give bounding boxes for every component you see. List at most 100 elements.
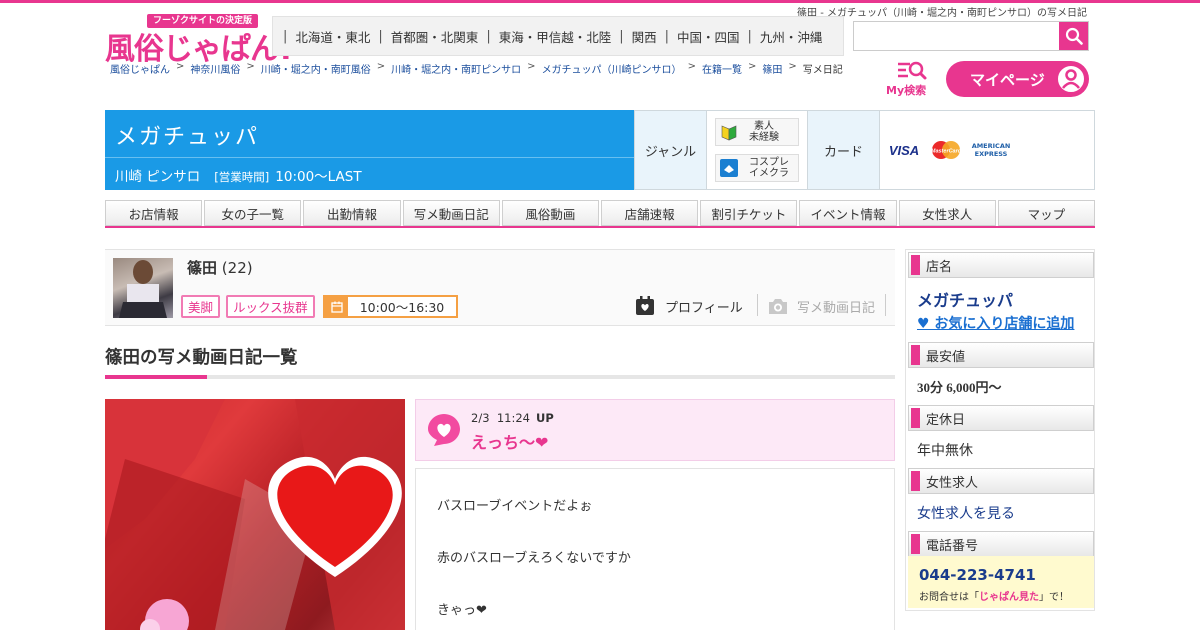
- profile-icon: [636, 296, 654, 315]
- region-link[interactable]: 中国・四国: [673, 27, 744, 46]
- my-search-label: My検索: [886, 84, 927, 97]
- search-input[interactable]: [854, 22, 1059, 50]
- section-title: 篠田の写メ動画日記一覧: [105, 348, 298, 368]
- girl-name-text: 篠田: [187, 259, 218, 277]
- girl-panel: 篠田 (22) 美脚 ルックス抜群 10:00～16:30 プロフィール 写メ動…: [105, 249, 895, 326]
- sidebar-heading-label: 定休日: [926, 412, 966, 428]
- tab-discount[interactable]: 割引チケット: [700, 200, 798, 226]
- shop-tab-nav: お店情報 女の子一覧 出勤情報 写メ動画日記 風俗動画 店舗速報 割引チケット …: [105, 200, 1096, 228]
- shop-area-genre: 川崎 ピンサロ: [115, 169, 201, 185]
- breadcrumb-separator: >: [246, 61, 255, 72]
- phone-note: お問合せは「じゃぱん見た」で！: [919, 592, 1069, 603]
- diary-body: バスローブイベントだよぉ 赤のバスローブえろくないですか きゃっ❤: [415, 468, 895, 630]
- camera-icon: [769, 299, 787, 314]
- tab-events[interactable]: イベント情報: [799, 200, 897, 226]
- region-link[interactable]: 北海道・東北: [291, 27, 374, 46]
- diary-up-label: UP: [535, 411, 554, 425]
- breadcrumb-link[interactable]: 川崎・堀之内・南町風俗: [261, 61, 371, 76]
- breadcrumb: 風俗じゃぱん > 神奈川風俗 > 川崎・堀之内・南町風俗 > 川崎・堀之内・南町ピンサ…: [110, 61, 843, 76]
- mastercard-text: MasterCard: [931, 149, 962, 155]
- breadcrumb-link[interactable]: 在籍一覧: [702, 61, 742, 76]
- phone-number[interactable]: 044-223-4741: [919, 566, 1036, 584]
- sidebar: 店名 メガチュッパ ♥ お気に入り店舗に追加 最安値 30分 6,000円～ 定…: [905, 249, 1095, 611]
- girl-thumbnail[interactable]: [113, 258, 173, 318]
- divider: [885, 294, 886, 316]
- sidebar-heading-label: 店名: [926, 259, 953, 275]
- girl-age: (22): [221, 259, 253, 277]
- sidebar-heading: 最安値: [908, 342, 1094, 368]
- beginner-mark-icon: [721, 125, 737, 141]
- search-box: [853, 21, 1089, 51]
- sidebar-heading: 電話番号: [908, 531, 1094, 557]
- section-rule-accent: [105, 375, 207, 379]
- breadcrumb-separator: >: [527, 61, 536, 72]
- sidebar-heading-label: 電話番号: [926, 538, 979, 554]
- breadcrumb-link[interactable]: 篠田: [762, 61, 782, 76]
- genre-text: 素人 未経験: [749, 121, 779, 143]
- region-link[interactable]: 東海・甲信越・北陸: [495, 27, 616, 46]
- shop-info: 川崎 ピンサロ [営業時間] 10:00～LAST: [115, 165, 362, 185]
- genre-label: ジャンル: [635, 111, 707, 189]
- mypage-button[interactable]: マイページ: [946, 61, 1089, 97]
- diary-photo[interactable]: [105, 399, 405, 630]
- breadcrumb-link[interactable]: 風俗じゃぱん: [110, 61, 170, 76]
- heading-marker: [911, 345, 920, 365]
- tab-shop-info[interactable]: お店情報: [105, 200, 203, 226]
- tab-map[interactable]: マップ: [997, 200, 1096, 226]
- cosplay-icon: [720, 159, 738, 177]
- breadcrumb-separator: >: [376, 61, 386, 72]
- region-link[interactable]: 首都圏・北関東: [387, 27, 483, 46]
- tab-recruit[interactable]: 女性求人: [898, 200, 996, 226]
- tab-photo-diary[interactable]: 写メ動画日記: [402, 200, 500, 226]
- phone-box: 044-223-4741 お問合せは「じゃぱん見た」で！: [908, 556, 1094, 608]
- genre-list: 素人 未経験 コスプレ イメクラ: [707, 111, 808, 189]
- photo-diary-link[interactable]: 写メ動画日記: [767, 294, 875, 318]
- shop-hours: 10:00～LAST: [275, 169, 362, 185]
- amex-text: AMERICAN EXPRESS: [971, 142, 1011, 158]
- my-search-button[interactable]: My検索: [886, 60, 936, 98]
- sidebar-heading-label: 女性求人: [926, 475, 979, 491]
- diary-text-line: きゃっ❤: [437, 603, 487, 618]
- tab-schedule[interactable]: 出勤情報: [303, 200, 401, 226]
- site-logo[interactable]: フーゾクサイトの決定版 風俗じゃぱん!: [105, 14, 293, 67]
- breadcrumb-separator: >: [687, 61, 696, 72]
- region-link[interactable]: 関西: [628, 27, 661, 46]
- tab-girls[interactable]: 女の子一覧: [204, 200, 302, 226]
- search-button[interactable]: [1059, 22, 1088, 50]
- region-separator: |: [378, 28, 383, 44]
- search-icon: [1065, 27, 1083, 45]
- genre-badge-amateur[interactable]: 素人 未経験: [715, 118, 799, 146]
- schedule-time: 10:00～16:30: [359, 300, 445, 315]
- shop-attributes: ジャンル 素人 未経験 コスプレ イメクラ カード VISA MasterCard: [634, 110, 1095, 190]
- sidebar-shop-name[interactable]: メガチュッパ: [917, 287, 1013, 311]
- sidebar-price: 30分 6,000円～: [917, 380, 1002, 395]
- photo-diary-link-label: 写メ動画日記: [797, 300, 876, 316]
- profile-link[interactable]: プロフィール: [635, 294, 743, 318]
- visa-logo: VISA: [888, 142, 920, 158]
- breadcrumb-separator: >: [176, 61, 185, 72]
- heading-marker: [911, 408, 920, 428]
- genre-badge-cosplay[interactable]: コスプレ イメクラ: [715, 154, 799, 182]
- mastercard-logo: MasterCard: [930, 139, 962, 161]
- heading-marker: [911, 471, 920, 491]
- breadcrumb-link[interactable]: 神奈川風俗: [190, 61, 240, 76]
- breadcrumb-current: 写メ日記: [802, 65, 843, 76]
- breadcrumb-link[interactable]: メガチュッパ（川崎ピンサロ）: [542, 61, 682, 76]
- recruit-link[interactable]: 女性求人を見る: [917, 503, 1015, 523]
- tab-news[interactable]: 店舗速報: [601, 200, 699, 226]
- region-link[interactable]: 九州・沖縄: [756, 27, 827, 46]
- region-separator: |: [486, 28, 491, 44]
- sidebar-holiday: 年中無休: [917, 443, 973, 459]
- tab-videos[interactable]: 風俗動画: [501, 200, 600, 226]
- card-label: カード: [808, 111, 880, 189]
- genre-text: コスプレ イメクラ: [749, 157, 789, 179]
- diary-title[interactable]: えっち〜❤: [471, 429, 548, 453]
- sidebar-heading: 女性求人: [908, 468, 1094, 494]
- hours-label: [営業時間]: [214, 170, 270, 184]
- tag-badge: 美脚: [181, 295, 221, 318]
- breadcrumb-link[interactable]: 川崎・堀之内・南町ピンサロ: [391, 61, 521, 76]
- add-favorite-link[interactable]: ♥ お気に入り店舗に追加: [917, 313, 1074, 333]
- schedule-badge: 10:00～16:30: [323, 295, 458, 318]
- diary-timestamp: 2/3 11:24 UP: [471, 411, 554, 425]
- amex-logo: AMERICAN EXPRESS: [970, 139, 1012, 161]
